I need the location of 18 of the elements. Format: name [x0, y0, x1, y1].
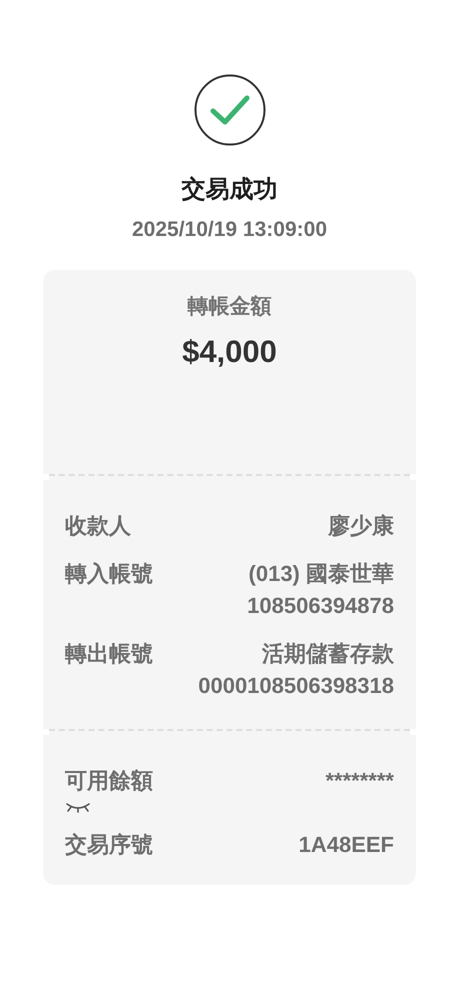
- detail-value: 1A48EEF: [298, 831, 394, 860]
- closed-eye-icon[interactable]: [65, 801, 91, 814]
- detail-value: 108506394878: [247, 592, 394, 620]
- detail-label: 可用餘額: [65, 767, 153, 796]
- detail-value: 0000108506398318: [198, 672, 394, 700]
- transaction-datetime: 2025/10/19 13:09:00: [132, 216, 327, 242]
- amount-value: $4,000: [181, 333, 278, 370]
- status-title: 交易成功: [182, 176, 278, 205]
- detail-value: 廖少康: [328, 512, 394, 540]
- checkmark-icon: [194, 74, 266, 146]
- masked-balance: ********: [326, 767, 394, 796]
- detail-value: (013) 國泰世華: [248, 560, 394, 588]
- detail-label: 轉入帳號: [65, 560, 153, 588]
- detail-label: 轉出帳號: [65, 640, 153, 668]
- detail-value: 活期儲蓄存款: [262, 640, 394, 668]
- amount-label: 轉帳金額: [186, 294, 272, 320]
- detail-label: 收款人: [65, 512, 131, 540]
- detail-label: 交易序號: [65, 831, 153, 860]
